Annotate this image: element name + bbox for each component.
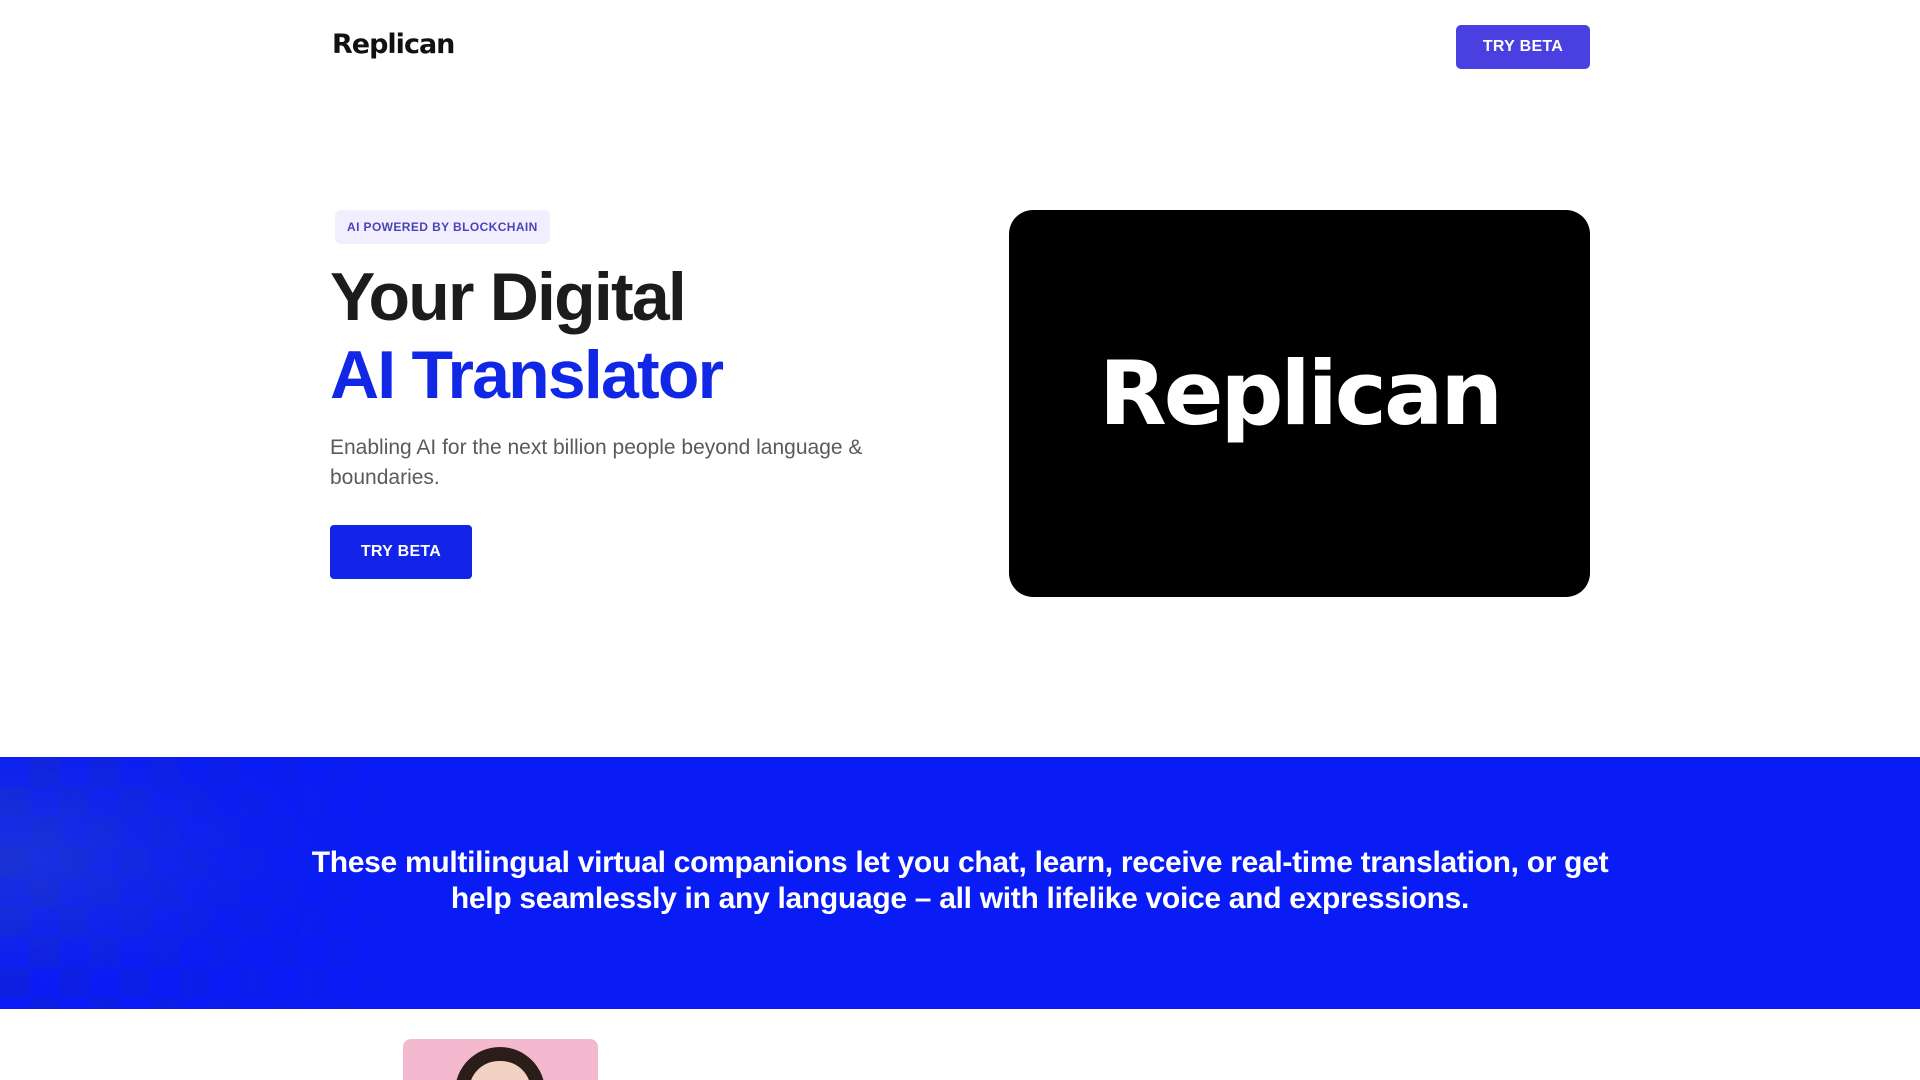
- hero-headline: Your Digital AI Translator: [330, 258, 724, 414]
- banner-text: These multilingual virtual companions le…: [311, 846, 1609, 915]
- hero-media-card: Replican: [1009, 210, 1590, 597]
- hero-subtext: Enabling AI for the next billion people …: [330, 436, 863, 489]
- media-logo-text: Replican: [1099, 342, 1503, 445]
- companions-banner: These multilingual virtual companions le…: [0, 757, 1920, 1009]
- landing-page: Replican TRY BETA AI POWERED BY BLOCKCHA…: [0, 0, 1920, 1080]
- brand-logo[interactable]: Replican: [332, 29, 455, 60]
- site-header: Replican TRY BETA: [0, 0, 1920, 94]
- media-brand-logo: Replican: [1009, 210, 1590, 597]
- hero-try-beta-button[interactable]: TRY BETA: [330, 525, 472, 579]
- hero-badge: AI POWERED BY BLOCKCHAIN: [335, 210, 550, 244]
- headline-line-1: Your Digital: [330, 259, 687, 335]
- headline-line-2: AI Translator: [330, 337, 724, 413]
- persona-card[interactable]: [403, 1039, 598, 1080]
- header-try-beta-button[interactable]: TRY BETA: [1456, 25, 1590, 69]
